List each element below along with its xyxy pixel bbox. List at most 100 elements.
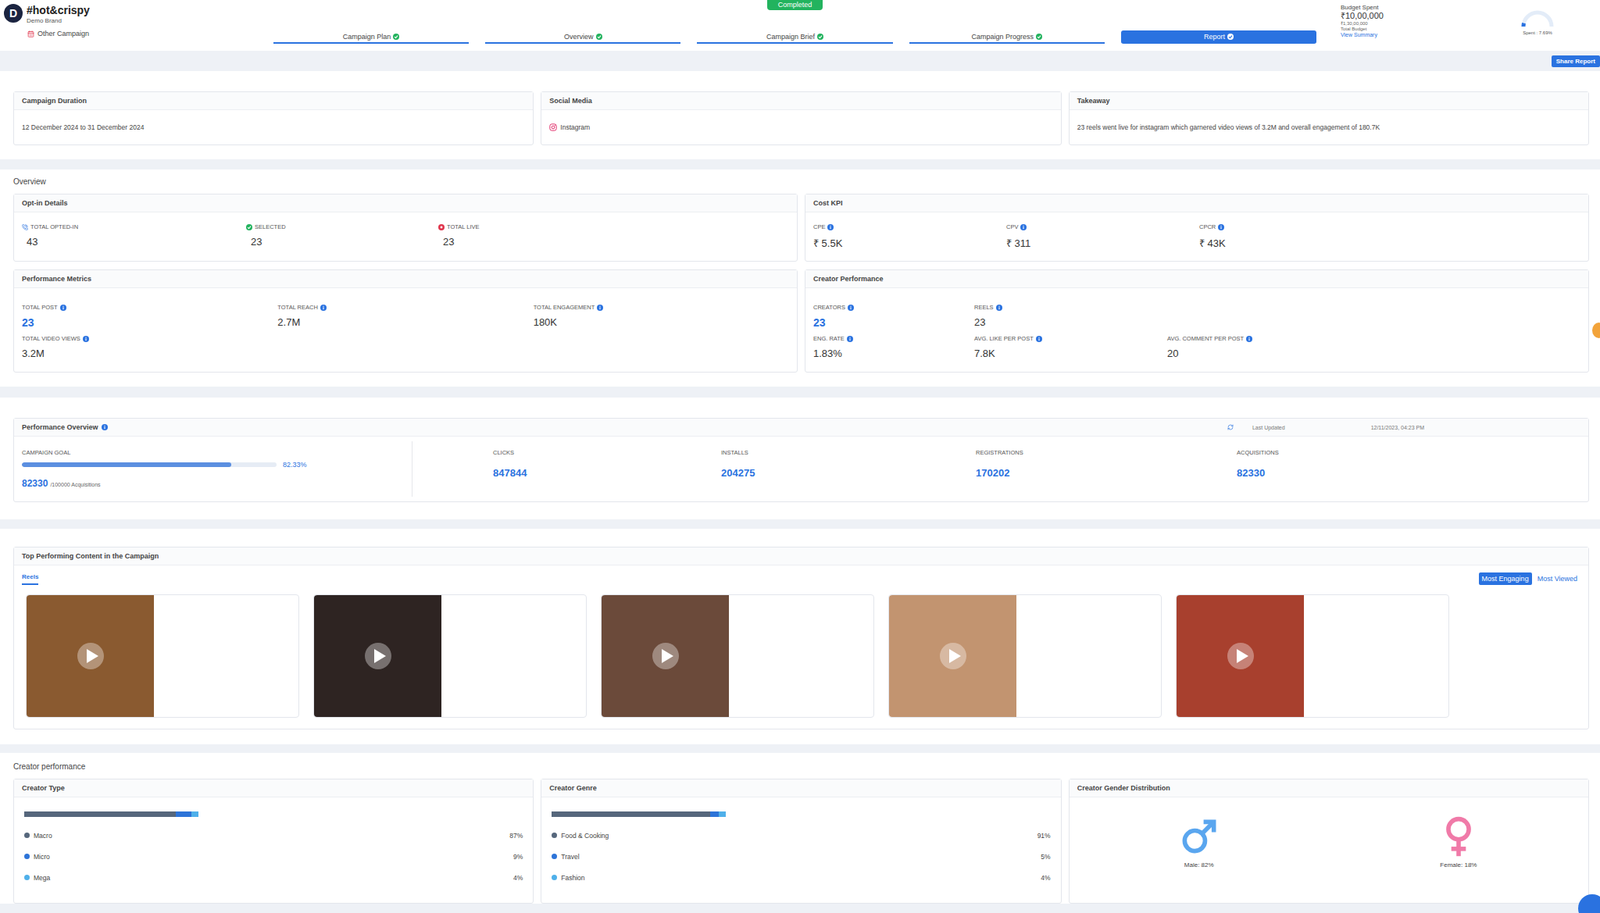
sort-button[interactable]: Most Engaging — [1478, 572, 1533, 586]
metric-value: 2.7M — [277, 316, 533, 329]
play-icon[interactable] — [1226, 642, 1255, 671]
reel-card[interactable] — [25, 594, 300, 718]
reel-thumbnail[interactable] — [601, 595, 729, 718]
panel-body: CREATORS23REELS23ENG. RATE1.83%AVG. LIKE… — [805, 288, 1589, 372]
legend-row: Macro87% — [24, 825, 523, 847]
share-report-button[interactable]: Share Report — [1551, 55, 1600, 68]
tab[interactable]: Campaign Plan — [273, 30, 469, 44]
info-icon[interactable] — [996, 304, 1003, 311]
metric-label: TOTAL POST — [21, 303, 278, 311]
creator-grid: Creator TypeMacro87%Micro9%Mega4%Creator… — [13, 778, 1590, 904]
info-icon[interactable] — [846, 335, 854, 343]
panel-title: Opt-in Details — [14, 194, 797, 213]
play-icon[interactable] — [939, 642, 968, 671]
refresh-icon[interactable] — [1227, 424, 1234, 431]
info-icon[interactable] — [596, 304, 604, 311]
info-icon[interactable] — [101, 424, 108, 431]
metric-value: 7.8K — [974, 347, 1168, 360]
gender-item: Female: 18% — [1436, 814, 1481, 869]
gauge-reading: Spent : 7.69% — [1522, 30, 1553, 36]
header: D#hot&crispyDemo BrandOther CampaignComp… — [0, 0, 1600, 51]
play-icon[interactable] — [76, 642, 105, 671]
metric-row: TOTAL POST23TOTAL REACH2.7MTOTAL ENGAGEM… — [21, 303, 790, 329]
stacked-bar — [24, 811, 199, 818]
play-icon[interactable] — [364, 642, 393, 671]
summary-text: 12 December 2024 to 31 December 2024 — [21, 117, 525, 137]
overview-section: Overview Opt-in Details TOTAL OPTED-IN43SE… — [0, 169, 1600, 387]
info-icon[interactable] — [827, 224, 834, 231]
legend-dot — [24, 853, 30, 860]
legend-row: Mega4% — [24, 867, 523, 889]
reel-thumbnail[interactable] — [889, 595, 1017, 718]
tab[interactable]: Report — [1121, 30, 1317, 44]
overview-panel: Opt-in Details TOTAL OPTED-IN43SELECTED23… — [13, 193, 798, 262]
metric: ENG. RATE 1.83% — [813, 335, 975, 360]
metric: TOTAL ENGAGEMENT180K — [533, 303, 790, 329]
campaign-goal: CAMPAIGN GOAL82.33%82330/100000 Acquisit… — [14, 441, 413, 497]
info-icon[interactable] — [60, 304, 67, 311]
funnel-value: 847844 — [492, 467, 722, 479]
info-icon[interactable] — [1217, 224, 1225, 231]
funnel-label: REGISTRATIONS — [975, 449, 1237, 457]
reel-card[interactable] — [1175, 594, 1450, 718]
metric: TOTAL OPTED-IN43 — [21, 223, 247, 248]
tab[interactable]: Campaign Brief — [696, 30, 893, 44]
reel-card[interactable] — [600, 594, 875, 718]
info-icon[interactable] — [847, 304, 854, 311]
legend-row: Travel5% — [551, 846, 1050, 868]
metric-value: 23 — [438, 235, 790, 248]
tab[interactable]: Campaign Progress — [909, 30, 1105, 44]
reel-thumbnail[interactable] — [1176, 595, 1304, 718]
info-icon[interactable] — [1035, 335, 1043, 343]
overview-grid: Opt-in Details TOTAL OPTED-IN43SELECTED23… — [13, 193, 1590, 373]
funnel-label: ACQUISITIONS — [1236, 449, 1589, 457]
reel-card[interactable] — [888, 594, 1162, 718]
brand-row: D#hot&crispyDemo Brand — [3, 3, 274, 25]
bar-segment — [191, 811, 199, 818]
performance-body: CAMPAIGN GOAL82.33%82330/100000 Acquisit… — [14, 436, 1589, 502]
info-icon[interactable] — [320, 304, 327, 311]
panel-title: Cost KPI — [805, 194, 1589, 213]
metric: AVG. LIKE PER POST 7.8K — [974, 335, 1168, 360]
header-center: CompletedCampaign PlanOverviewCampaign B… — [273, 0, 1317, 51]
metric-label: ENG. RATE — [813, 335, 975, 343]
summary-text: 23 reels went live for instagram which g… — [1077, 117, 1581, 137]
check-icon — [596, 33, 603, 40]
title-block: #hot&crispyDemo Brand — [26, 3, 90, 25]
info-icon[interactable] — [82, 335, 90, 343]
funnel-metric: CLICKS847844 — [492, 449, 722, 502]
legend-row: Micro9% — [24, 846, 523, 868]
info-icon[interactable] — [1246, 335, 1253, 343]
live-icon — [438, 224, 445, 231]
summary-row: Campaign Duration12 December 2024 to 31 … — [13, 91, 1590, 146]
metric-label: TOTAL REACH — [277, 303, 533, 311]
reel-card[interactable] — [313, 594, 587, 718]
performance-card: Performance OverviewLast Updated12/11/20… — [13, 417, 1590, 503]
card-title: Creator Genre — [541, 779, 1061, 798]
reel-thumbnail[interactable] — [314, 595, 442, 718]
reels-row — [14, 585, 1589, 729]
metric-label: AVG. COMMENT PER POST — [1167, 335, 1581, 343]
play-icon[interactable] — [651, 642, 680, 671]
panel-title: Performance Metrics — [14, 270, 797, 289]
view-summary-link[interactable]: View Summary — [1340, 32, 1521, 39]
metric-value: 1.83% — [813, 347, 975, 360]
other-campaign-link[interactable]: Other Campaign — [27, 29, 274, 38]
reel-thumbnail[interactable] — [26, 595, 154, 718]
metric-row: TOTAL VIDEO VIEWS3.2M — [21, 335, 790, 360]
bar-segment — [175, 811, 192, 818]
legend-label: Fashion — [551, 874, 585, 883]
legend-label: Micro — [24, 853, 50, 861]
section-title: Overview — [13, 177, 1590, 186]
bar-segment — [718, 811, 726, 818]
metric-label: TOTAL VIDEO VIEWS — [21, 335, 278, 343]
overview-panel: Cost KPICPE₹ 5.5KCPV₹ 311CPCR₹ 43K — [804, 193, 1590, 262]
feedback-tab[interactable] — [1592, 322, 1600, 339]
tab[interactable]: Overview — [485, 30, 681, 44]
metric-row: TOTAL OPTED-IN43SELECTED23TOTAL LIVE23 — [21, 223, 790, 248]
metric-label: AVG. LIKE PER POST — [974, 335, 1168, 343]
metric-row: CREATORS23REELS23 — [813, 303, 1581, 329]
info-icon[interactable] — [1020, 224, 1027, 231]
sort-button[interactable]: Most Viewed — [1534, 572, 1581, 586]
content-tab[interactable]: Reels — [21, 571, 39, 586]
